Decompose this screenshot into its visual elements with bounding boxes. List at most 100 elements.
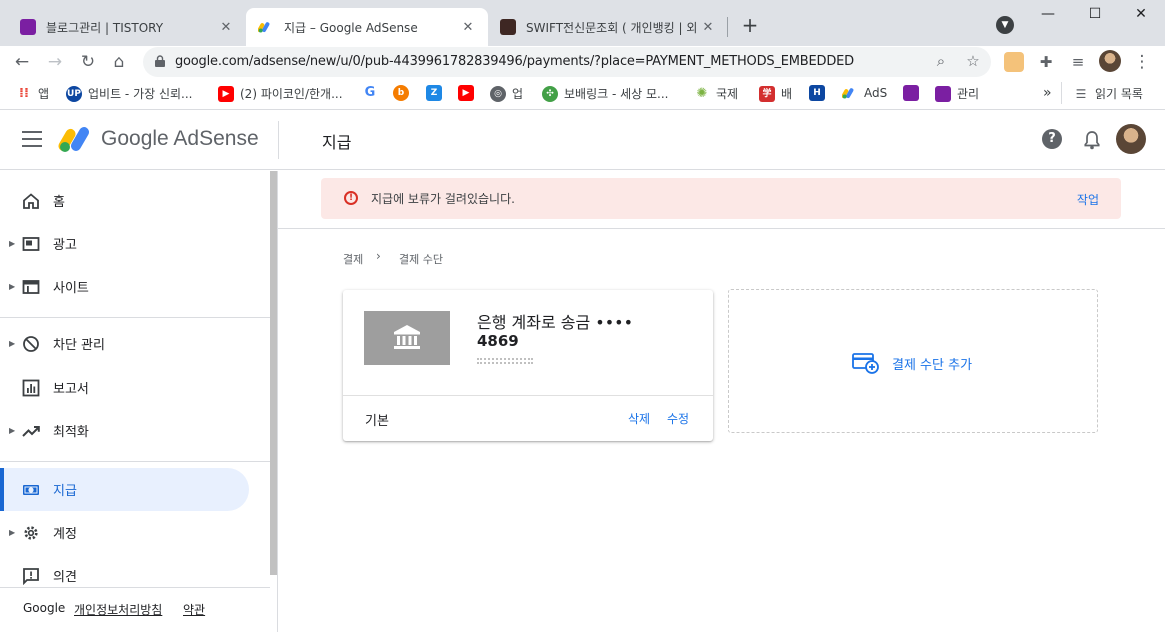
sidebar-divider <box>0 461 270 462</box>
tab-title: SWIFT전신문조회 ( 개인뱅킹 | 외 <box>526 20 698 35</box>
url-text[interactable]: google.com/adsense/new/u/0/pub-443996178… <box>175 54 854 69</box>
bookmark-intl[interactable]: ✺ 국제 <box>694 85 739 102</box>
help-icon[interactable]: ? <box>1042 129 1062 149</box>
tab-title: 지급 – Google AdSense <box>284 20 418 35</box>
sidebar-divider <box>0 317 270 318</box>
payment-hold-alert: ! 지급에 보류가 걸려있습니다. 작업 <box>321 178 1121 219</box>
sidebar-item-sites[interactable]: ▶ 사이트 <box>0 265 249 308</box>
sidebar-item-label: 홈 <box>53 195 65 210</box>
close-window-button[interactable]: ✕ <box>1129 6 1153 22</box>
default-label: 기본 <box>365 414 389 429</box>
expand-caret-icon[interactable]: ▶ <box>9 339 15 348</box>
reload-icon[interactable]: ↻ <box>76 50 100 74</box>
tab-adsense[interactable]: 지급 – Google AdSense ✕ <box>246 8 488 46</box>
account-avatar[interactable] <box>1116 124 1146 154</box>
sidebar-item-label: 광고 <box>53 238 77 253</box>
bookmark-up[interactable]: ◎ 업 <box>490 85 523 102</box>
red-stamp-icon: 学 <box>759 85 775 102</box>
sidebar-item-reports[interactable]: 보고서 <box>0 366 249 409</box>
sidebar-item-label: 최적화 <box>53 425 89 440</box>
sidebar-item-payments[interactable]: 지급 <box>0 468 249 511</box>
bookmark-youtube[interactable]: ▶ <box>458 85 480 101</box>
bookmark-upbit[interactable]: UP 업비트 - 가장 신뢰... <box>66 85 193 102</box>
tab-separator <box>727 17 728 37</box>
alert-divider <box>278 228 1165 229</box>
media-control-icon[interactable]: ≡ <box>1066 50 1090 74</box>
terms-link[interactable]: 약관 <box>183 601 205 618</box>
bookmark-tistory[interactable] <box>903 85 925 101</box>
back-arrow-icon[interactable]: ← <box>10 50 34 74</box>
tab-tistory[interactable]: 블로그관리 | TISTORY ✕ <box>8 8 246 46</box>
minimize-button[interactable]: — <box>1036 6 1060 22</box>
delete-button[interactable]: 삭제 <box>628 410 650 427</box>
reports-icon <box>22 379 40 396</box>
zum-icon: Z <box>426 85 442 101</box>
bookmark-label: 업비트 - 가장 신뢰... <box>88 87 193 101</box>
profile-avatar[interactable] <box>1099 50 1121 72</box>
expand-caret-icon[interactable]: ▶ <box>9 528 15 537</box>
bookmark-google[interactable]: G <box>362 85 384 101</box>
breadcrumb-root[interactable]: 결제 <box>343 251 363 267</box>
bookmark-ads[interactable]: AdS <box>841 85 887 101</box>
chrome-menu-icon[interactable]: ⋮ <box>1130 50 1154 74</box>
maximize-button[interactable]: ☐ <box>1083 6 1107 22</box>
expand-caret-icon[interactable]: ▶ <box>9 426 15 435</box>
sidebar-item-block-management[interactable]: ▶ 차단 관리 <box>0 322 249 365</box>
extensions-puzzle-icon[interactable]: ✚ <box>1034 50 1058 74</box>
edit-button[interactable]: 수정 <box>667 410 689 427</box>
forward-arrow-icon[interactable]: → <box>43 50 67 74</box>
expand-caret-icon[interactable]: ▶ <box>9 239 15 248</box>
bookmark-picoin[interactable]: ▶ (2) 파이코인/한개... <box>218 85 343 102</box>
sidebar-scrollbar[interactable] <box>270 171 277 575</box>
ads-icon <box>22 236 40 251</box>
sun-icon: ✺ <box>696 85 708 101</box>
privacy-policy-link[interactable]: 개인정보처리방침 <box>74 601 162 618</box>
lock-icon[interactable] <box>155 55 165 67</box>
extension-face-icon[interactable] <box>1004 52 1024 72</box>
bank-building-icon <box>364 311 450 365</box>
sidebar-item-ads[interactable]: ▶ 광고 <box>0 222 249 265</box>
tab-search-icon[interactable]: ▼ <box>996 16 1014 34</box>
hamburger-menu-icon[interactable] <box>22 131 42 147</box>
pinwheel-icon: ✣ <box>542 85 558 102</box>
zoom-search-icon[interactable]: ⌕ <box>931 52 951 70</box>
bookmark-h[interactable]: H <box>809 85 831 101</box>
bookmark-bae[interactable]: 学 배 <box>759 85 792 102</box>
bookmark-label: 업 <box>512 87 524 101</box>
bookmark-apps[interactable]: ⁞⁞ 앱 <box>16 85 49 102</box>
add-payment-method-card[interactable]: 결제 수단 추가 <box>728 289 1098 433</box>
brand-name: Google AdSense <box>101 127 259 150</box>
close-tab-icon[interactable]: ✕ <box>700 20 716 35</box>
close-tab-icon[interactable]: ✕ <box>218 20 234 35</box>
address-bar[interactable]: google.com/adsense/new/u/0/pub-443996178… <box>143 47 991 77</box>
reading-list-button[interactable]: ☰ 읽기 목록 <box>1073 85 1143 102</box>
expand-caret-icon[interactable]: ▶ <box>9 282 15 291</box>
breadcrumb-chevron-icon: › <box>376 249 381 263</box>
apps-grid-icon: ⁞⁞ <box>19 85 29 101</box>
new-tab-button[interactable]: + <box>738 13 762 37</box>
bookmarks-more-button[interactable]: » <box>1043 85 1052 101</box>
adsense-logo-icon[interactable] <box>58 125 94 153</box>
close-tab-icon[interactable]: ✕ <box>460 20 476 35</box>
bookmark-zum[interactable]: Z <box>426 85 448 101</box>
tistory-favicon-icon <box>20 19 36 35</box>
footer-google-label: Google <box>23 601 66 615</box>
bookmark-label: (2) 파이코인/한개... <box>240 87 343 101</box>
main-content: ! 지급에 보류가 걸려있습니다. 작업 결제 › 결제 수단 은행 계좌로 송… <box>278 171 1165 632</box>
sidebar-item-label: 보고서 <box>53 382 89 397</box>
notifications-bell-icon[interactable] <box>1083 130 1101 150</box>
sidebar-item-account[interactable]: ▶ 계정 <box>0 511 249 554</box>
sidebar-item-home[interactable]: 홈 <box>0 179 249 222</box>
sidebar-item-optimization[interactable]: ▶ 최적화 <box>0 409 249 452</box>
bookmark-bobae[interactable]: ✣ 보배링크 - 세상 모... <box>542 85 669 102</box>
alert-action-link[interactable]: 작업 <box>1077 191 1099 208</box>
add-payment-method-label[interactable]: 결제 수단 추가 <box>892 354 972 373</box>
bookmark-label: 배 <box>781 87 793 101</box>
bookmark-blogger[interactable]: b <box>393 85 415 101</box>
home-button-icon[interactable]: ⌂ <box>107 50 131 74</box>
bookmark-manage[interactable]: 관리 <box>935 85 979 102</box>
bookmark-label: 앱 <box>38 87 50 101</box>
bookmark-star-icon[interactable]: ☆ <box>963 52 983 70</box>
browser-tab-strip: 블로그관리 | TISTORY ✕ 지급 – Google AdSense ✕ … <box>0 0 1165 46</box>
tab-swift[interactable]: SWIFT전신문조회 ( 개인뱅킹 | 외 ✕ <box>488 8 728 46</box>
